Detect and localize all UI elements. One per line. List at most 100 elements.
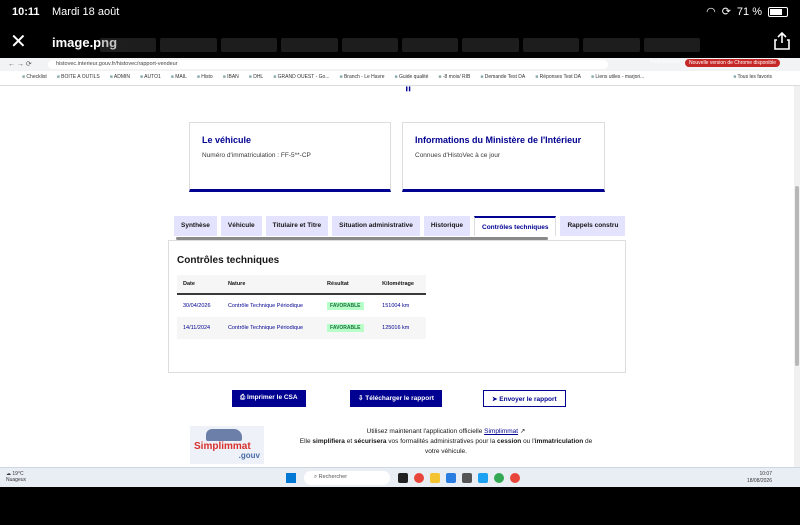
chrome-profile-icon[interactable] <box>510 473 520 483</box>
report-tabs: Synthèse Véhicule Titulaire et Titre Sit… <box>174 216 626 236</box>
bookmark-item[interactable]: ADMIN <box>110 74 130 85</box>
bookmark-item[interactable]: Branch - Le Havre <box>340 74 385 85</box>
simplimmat-promo: Utilisez maintenant l'application offici… <box>286 427 606 457</box>
share-icon[interactable] <box>774 32 790 50</box>
promo-text: ou l' <box>521 438 535 445</box>
bookmark-item[interactable]: Checklist <box>22 74 46 85</box>
row-km: 151004 km <box>376 294 426 317</box>
send-report-button[interactable]: ➤ Envoyer le rapport <box>483 390 566 407</box>
wifi-icon: ◠ <box>706 6 716 18</box>
bookmark-item[interactable]: IBAN <box>223 74 239 85</box>
chrome-update-notice[interactable]: Nouvelle version de Chrome disponible <box>685 59 780 67</box>
tab-historique[interactable]: Historique <box>423 216 471 236</box>
taskbar-clock[interactable]: 10:07 18/08/2026 <box>747 471 772 485</box>
browser-tab[interactable] <box>462 38 519 52</box>
vehicle-card: Le véhicule Numéro d'immatriculation : F… <box>189 122 391 192</box>
outlook-icon[interactable] <box>446 473 456 483</box>
promo-emphasis: immatriculation <box>534 438 584 445</box>
page-scrollbar[interactable] <box>794 86 800 467</box>
chrome-icon[interactable] <box>414 473 424 483</box>
close-icon[interactable]: ✕ <box>10 32 27 52</box>
weather-text: Nuageux <box>6 477 27 483</box>
promo-line-2: Elle simplifiera et sécurisera vos forma… <box>286 437 606 447</box>
bookmark-item[interactable]: GRAND OUEST - Go... <box>273 74 330 85</box>
bookmark-item[interactable]: -8 mois/ RIB <box>438 74 471 85</box>
bookmark-item[interactable]: AUTO1 <box>140 74 161 85</box>
browser-tab[interactable] <box>281 38 338 52</box>
windows-taskbar: ☁ 19°C Nuageux ⌕ Rechercher 10:07 18/08/… <box>0 467 800 487</box>
browser-tab[interactable] <box>522 38 580 52</box>
app-icon[interactable] <box>478 473 488 483</box>
tab-rappels-constructeur[interactable]: Rappels constru <box>560 216 626 236</box>
task-view-icon[interactable] <box>398 473 408 483</box>
bookmark-item[interactable]: MAIL <box>171 74 187 85</box>
tab-situation-administrative[interactable]: Situation administrative <box>332 216 420 236</box>
browser-tab[interactable] <box>100 38 157 52</box>
all-bookmarks[interactable]: Tous les favoris <box>733 74 772 80</box>
scrollbar-thumb[interactable] <box>795 186 799 366</box>
bookmark-item[interactable]: Histo <box>197 74 212 85</box>
row-date: 14/11/2024 <box>177 317 222 339</box>
bookmark-item[interactable]: BOITE A OUTILS <box>57 74 100 85</box>
simplimmat-logo[interactable]: Simplimmat .gouv <box>190 426 264 464</box>
status-indicators: ◠ ⟳ 71 % <box>706 5 788 18</box>
tab-controles-techniques[interactable]: Contrôles techniques <box>474 216 557 236</box>
bookmark-item[interactable]: Liens utiles - marjori... <box>591 74 644 85</box>
column-header: Nature <box>221 275 322 295</box>
promo-line-1: Utilisez maintenant l'application offici… <box>286 427 606 437</box>
bookmark-item[interactable]: Demande Test DA <box>480 74 525 85</box>
print-csa-label: Imprimer le CSA <box>247 394 298 401</box>
simplimmat-link[interactable]: Simplimmat <box>484 428 518 435</box>
taskbar-search[interactable]: ⌕ Rechercher <box>304 471 390 485</box>
promo-text: vos formalités administratives pour la <box>386 438 498 445</box>
vehicle-card-title: Le véhicule <box>202 135 252 145</box>
favorable-badge: FAVORABLE <box>327 302 364 310</box>
promo-emphasis: cession <box>497 438 522 445</box>
table-header-row: Date Nature Résultat Kilométrage <box>177 275 426 295</box>
print-csa-button[interactable]: ⎙ Imprimer le CSA <box>232 390 306 407</box>
row-km: 125016 km <box>376 317 426 339</box>
weather-widget[interactable]: ☁ 19°C Nuageux <box>6 471 26 483</box>
browser-tab[interactable] <box>402 38 459 52</box>
tab-synthese[interactable]: Synthèse <box>174 216 217 236</box>
browser-tab[interactable] <box>160 38 217 52</box>
app-icon[interactable] <box>462 473 472 483</box>
tab-titulaire[interactable]: Titulaire et Titre <box>265 216 329 236</box>
taskbar-date: 18/08/2026 <box>746 478 772 484</box>
orientation-lock-icon: ⟳ <box>721 6 731 18</box>
tab-vehicule[interactable]: Véhicule <box>220 216 262 236</box>
row-result: FAVORABLE <box>321 294 377 317</box>
file-explorer-icon[interactable] <box>430 473 440 483</box>
bookmark-item[interactable]: DHL <box>249 74 263 85</box>
taskbar-time: 10:07 <box>759 471 772 477</box>
browser-tab[interactable] <box>643 38 701 52</box>
windows-start-icon[interactable] <box>286 473 296 483</box>
car-icon <box>206 429 242 441</box>
browser-tab[interactable] <box>341 38 399 52</box>
browser-tab[interactable] <box>220 38 278 52</box>
chrome-profile-icon[interactable] <box>494 473 504 483</box>
navigation-arrows-icon[interactable]: ← → ⟳ <box>8 60 32 68</box>
bookmark-item[interactable]: Guide qualité <box>395 74 428 85</box>
row-nature: Contrôle Technique Périodique <box>221 317 322 339</box>
promo-text: de <box>583 438 593 445</box>
row-nature: Contrôle Technique Périodique <box>221 294 322 317</box>
row-date: 30/04/2026 <box>177 294 222 317</box>
taskbar-apps <box>398 473 520 483</box>
row-result: FAVORABLE <box>321 317 377 339</box>
ios-status-bar: 10:11 Mardi 18 août ◠ ⟳ 71 % <box>0 0 800 24</box>
browser-tab[interactable] <box>583 38 640 52</box>
ministry-card-text: Connues d'HistoVec à ce jour <box>415 152 501 159</box>
web-page: ▌▌ Le véhicule Numéro d'immatriculation … <box>0 86 800 467</box>
print-icon: ⎙ <box>240 394 248 401</box>
bookmark-item[interactable]: Réponses Test DA <box>535 74 581 85</box>
download-report-button[interactable]: ⇩ Télécharger le rapport <box>350 390 442 407</box>
simplimmat-logo-gouv: .gouv <box>238 451 260 460</box>
column-header: Date <box>177 275 222 295</box>
republique-francaise-logo: ▌▌ <box>406 86 412 91</box>
url-field[interactable]: histovec.interieur.gouv.fr/histovec/rapp… <box>48 60 608 69</box>
column-header: Résultat <box>321 275 377 295</box>
browser-tab-strip <box>100 38 701 52</box>
profile-chip[interactable]: Professionnel <box>650 59 680 65</box>
ministry-card-title: Informations du Ministère de l'Intérieur <box>415 135 582 145</box>
